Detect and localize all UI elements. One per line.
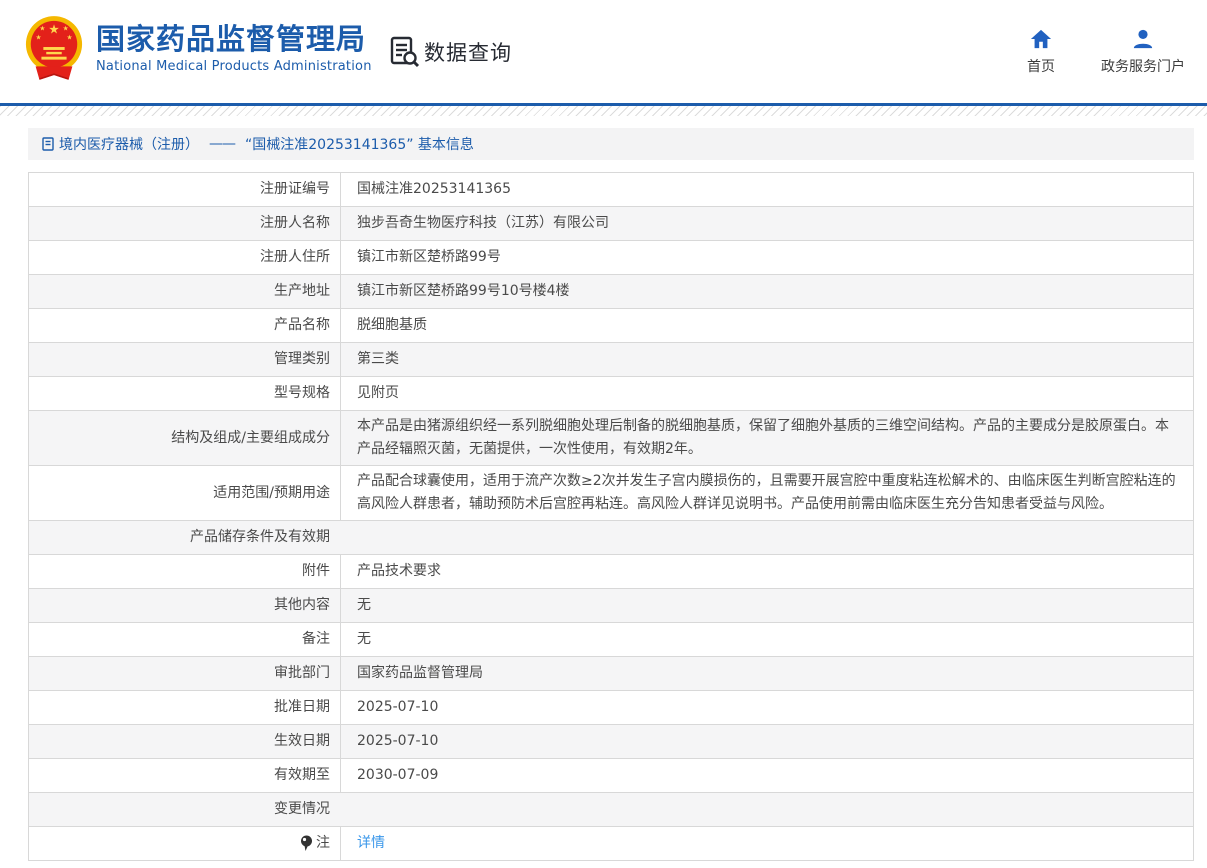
svg-text:★: ★: [48, 21, 59, 36]
row-label-text: 注: [316, 832, 330, 855]
national-emblem-icon: ★ ★ ★ ★ ★: [24, 12, 84, 84]
table-row: 备注 无: [29, 622, 1193, 656]
person-icon: [1132, 28, 1154, 50]
row-value: 镇江市新区楚桥路99号10号楼4楼: [340, 275, 1193, 308]
breadcrumb-separator: ——: [209, 136, 235, 152]
row-value: 国家药品监督管理局: [340, 657, 1193, 690]
document-icon: [42, 137, 54, 151]
row-label: 审批部门: [29, 657, 340, 690]
document-search-icon: [390, 36, 420, 68]
row-label: 注: [29, 827, 340, 860]
row-label: 变更情况: [29, 793, 340, 826]
table-row: 注册证编号 国械注准20253141365: [29, 173, 1193, 206]
org-name-zh: 国家药品监督管理局: [96, 22, 372, 56]
module-title: 数据查询: [424, 37, 512, 67]
svg-text:★: ★: [39, 25, 45, 33]
registration-info-table: 注册证编号 国械注准20253141365 注册人名称 独步吾奇生物医疗科技（江…: [28, 172, 1194, 861]
row-label: 适用范围/预期用途: [29, 466, 340, 520]
row-label: 注册人住所: [29, 241, 340, 274]
details-link[interactable]: 详情: [357, 832, 385, 855]
table-row: 生效日期 2025-07-10: [29, 724, 1193, 758]
nav-gov-portal-label: 政务服务门户: [1101, 56, 1185, 76]
row-label: 附件: [29, 555, 340, 588]
breadcrumb: 境内医疗器械（注册） —— “国械注准20253141365” 基本信息: [28, 128, 1194, 160]
row-value: 国械注准20253141365: [340, 173, 1193, 206]
table-row: 适用范围/预期用途 产品配合球囊使用，适用于流产次数≥2次并发生子宫内膜损伤的，…: [29, 465, 1193, 520]
row-value: 本产品是由猪源组织经一系列脱细胞处理后制备的脱细胞基质，保留了细胞外基质的三维空…: [340, 411, 1193, 465]
table-row-note: 注 详情: [29, 826, 1193, 860]
svg-text:★: ★: [66, 33, 72, 41]
table-row: 结构及组成/主要组成成分 本产品是由猪源组织经一系列脱细胞处理后制备的脱细胞基质…: [29, 410, 1193, 465]
note-balloon-icon: [300, 835, 313, 852]
row-value: 脱细胞基质: [340, 309, 1193, 342]
row-value: 产品技术要求: [340, 555, 1193, 588]
table-row: 注册人住所 镇江市新区楚桥路99号: [29, 240, 1193, 274]
top-navigation: 首页 政务服务门户: [1027, 28, 1185, 76]
nav-gov-portal[interactable]: 政务服务门户: [1101, 28, 1185, 76]
row-label: 管理类别: [29, 343, 340, 376]
row-value: 第三类: [340, 343, 1193, 376]
table-row: 附件 产品技术要求: [29, 554, 1193, 588]
row-value: 2025-07-10: [340, 691, 1193, 724]
data-query-module: 数据查询: [390, 36, 512, 68]
row-value: 2030-07-09: [340, 759, 1193, 792]
breadcrumb-section[interactable]: 境内医疗器械（注册）: [59, 134, 199, 154]
row-label: 其他内容: [29, 589, 340, 622]
row-value: [340, 793, 1193, 826]
table-row: 产品名称 脱细胞基质: [29, 308, 1193, 342]
row-value: 无: [340, 589, 1193, 622]
row-label: 有效期至: [29, 759, 340, 792]
table-row: 其他内容 无: [29, 588, 1193, 622]
row-value: 2025-07-10: [340, 725, 1193, 758]
row-value: 详情: [340, 827, 1193, 860]
nmpa-logo-block[interactable]: ★ ★ ★ ★ ★ 国家药品监督管理局 National Medical Pro…: [24, 12, 372, 84]
row-label: 备注: [29, 623, 340, 656]
table-row: 管理类别 第三类: [29, 342, 1193, 376]
row-label: 注册人名称: [29, 207, 340, 240]
svg-text:★: ★: [35, 33, 41, 41]
row-label: 产品储存条件及有效期: [29, 521, 340, 554]
org-name-en: National Medical Products Administration: [96, 59, 372, 74]
home-icon: [1030, 28, 1052, 50]
nav-home-label: 首页: [1027, 56, 1055, 76]
table-row: 型号规格 见附页: [29, 376, 1193, 410]
row-label: 注册证编号: [29, 173, 340, 206]
table-row: 有效期至 2030-07-09: [29, 758, 1193, 792]
nav-home[interactable]: 首页: [1027, 28, 1055, 76]
row-value: 见附页: [340, 377, 1193, 410]
row-label: 生产地址: [29, 275, 340, 308]
hatch-stripe-band: [0, 106, 1207, 116]
table-row: 批准日期 2025-07-10: [29, 690, 1193, 724]
breadcrumb-current: “国械注准20253141365” 基本信息: [245, 134, 474, 154]
row-label: 产品名称: [29, 309, 340, 342]
row-value: 无: [340, 623, 1193, 656]
row-label: 型号规格: [29, 377, 340, 410]
svg-text:★: ★: [63, 25, 69, 33]
table-row: 产品储存条件及有效期: [29, 520, 1193, 554]
site-header: ★ ★ ★ ★ ★ 国家药品监督管理局 National Medical Pro…: [0, 0, 1207, 103]
table-row: 注册人名称 独步吾奇生物医疗科技（江苏）有限公司: [29, 206, 1193, 240]
table-row: 生产地址 镇江市新区楚桥路99号10号楼4楼: [29, 274, 1193, 308]
row-value: [340, 521, 1193, 554]
row-label: 生效日期: [29, 725, 340, 758]
row-label: 批准日期: [29, 691, 340, 724]
row-label: 结构及组成/主要组成成分: [29, 411, 340, 465]
row-value: 镇江市新区楚桥路99号: [340, 241, 1193, 274]
table-row: 变更情况: [29, 792, 1193, 826]
table-row: 审批部门 国家药品监督管理局: [29, 656, 1193, 690]
row-value: 独步吾奇生物医疗科技（江苏）有限公司: [340, 207, 1193, 240]
row-value: 产品配合球囊使用，适用于流产次数≥2次并发生子宫内膜损伤的，且需要开展宫腔中重度…: [340, 466, 1193, 520]
